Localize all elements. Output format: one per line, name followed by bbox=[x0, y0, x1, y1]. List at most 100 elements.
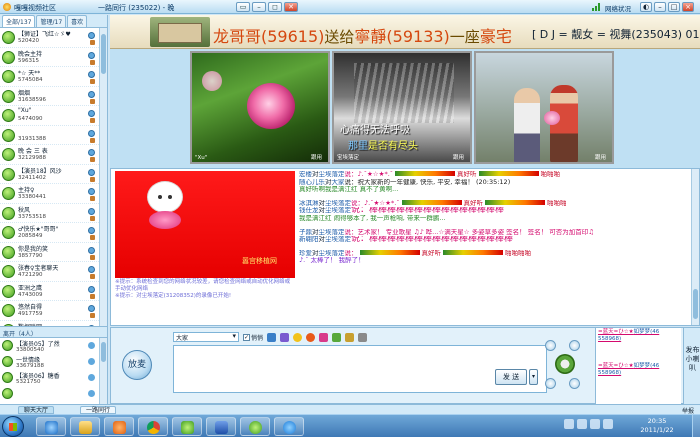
settings-icon[interactable] bbox=[545, 340, 556, 351]
clear-screen-icon[interactable] bbox=[358, 332, 368, 342]
user-list-item[interactable]: 晚会主持 596315 bbox=[0, 48, 107, 67]
user-list-item[interactable]: 晚 会 三 表 32129988 bbox=[0, 145, 107, 165]
user-list-item[interactable]: 你是我的笑 3857790 bbox=[0, 243, 107, 262]
tab-admins[interactable]: 管理/17 bbox=[36, 15, 67, 27]
title-close-button[interactable]: × bbox=[682, 2, 694, 12]
away-list-scrollbar[interactable] bbox=[99, 338, 107, 404]
private-checkbox[interactable]: ✓ 悄悄 bbox=[243, 333, 263, 342]
send-options-button[interactable]: ▾ bbox=[529, 369, 538, 385]
close-button[interactable]: ✕ bbox=[284, 2, 298, 12]
video-window-1[interactable]: "Xu" 跟用 bbox=[190, 51, 330, 164]
user-list-item[interactable]: "Xu" 5474090 bbox=[0, 106, 107, 126]
mic-toggle-button[interactable]: 放麦 bbox=[122, 350, 152, 380]
taskbar-ie-icon[interactable] bbox=[36, 417, 66, 436]
taskbar-media-icon[interactable] bbox=[104, 417, 134, 436]
record-icon[interactable] bbox=[569, 378, 580, 389]
user-list-item[interactable]: ♂快乐★"哥哥" 2085849 bbox=[0, 223, 107, 243]
user-list-item[interactable]: 主持♀ 33380441 bbox=[0, 184, 107, 204]
image-icon[interactable] bbox=[332, 332, 342, 342]
tab-chat-hall[interactable]: 聊天大厅 bbox=[18, 406, 55, 414]
show-desktop-button[interactable] bbox=[692, 415, 700, 437]
restore-button[interactable]: ▭ bbox=[236, 2, 250, 12]
away-user-item[interactable]: 【演员05】了然 33800540 bbox=[0, 338, 107, 354]
chat-scrollbar[interactable] bbox=[691, 169, 699, 325]
message-target[interactable]: 尘埃落定 bbox=[319, 229, 345, 236]
camera-icon[interactable] bbox=[569, 340, 580, 351]
scrollbar-thumb[interactable] bbox=[693, 289, 698, 319]
start-button[interactable] bbox=[2, 416, 24, 437]
chat-target-select[interactable]: 大家 bbox=[173, 332, 239, 342]
user-list-scrollbar[interactable] bbox=[99, 28, 107, 326]
font-color-icon[interactable] bbox=[267, 332, 277, 342]
message-sender[interactable]: 子鼎 bbox=[299, 229, 312, 236]
user-list-item[interactable]: 悠然自得 4917759 bbox=[0, 301, 107, 321]
font-style-icon[interactable] bbox=[280, 332, 290, 342]
user-list-item[interactable]: 亚洲之鹰 4743009 bbox=[0, 282, 107, 301]
video-follow-button[interactable]: 跟用 bbox=[453, 153, 464, 161]
message-sender[interactable]: 宏楼 bbox=[299, 171, 312, 178]
user-list-item[interactable]: 烟烟 31638596 bbox=[0, 87, 107, 106]
network-status-label[interactable]: 网络状况 bbox=[605, 3, 631, 13]
taskbar-sogou-icon[interactable] bbox=[274, 417, 304, 436]
user-list-item[interactable]: 【狮证】飞红☆ゞ♥ 520420 bbox=[0, 28, 107, 48]
message-sender[interactable]: 钱仕龙 bbox=[299, 207, 319, 214]
advertisement-banner[interactable]: 嚣宫移植网 bbox=[115, 171, 295, 278]
minimize-button[interactable]: – bbox=[252, 2, 266, 12]
message-target[interactable]: 大家 bbox=[332, 179, 345, 186]
video-follow-button[interactable]: 跟用 bbox=[311, 153, 322, 161]
send-button[interactable]: 发 送 bbox=[495, 369, 527, 385]
gear-icon[interactable] bbox=[555, 354, 575, 374]
away-user-item[interactable]: 【演员06】糖香 5321750 bbox=[0, 370, 107, 386]
maximize-button[interactable]: ◻ bbox=[268, 2, 282, 12]
flower-icon[interactable] bbox=[319, 332, 329, 342]
gift-sender[interactable]: 龙哥哥(59615) bbox=[213, 27, 324, 46]
tray-icon[interactable] bbox=[564, 419, 574, 429]
tab-room[interactable]: 一路同行 bbox=[80, 406, 117, 414]
taskbar-video-app-icon[interactable] bbox=[172, 417, 202, 436]
message-sender[interactable]: 随心儿乐 bbox=[299, 179, 325, 186]
gift-message[interactable]: =蓝天=ひ☆★如梦梦(46 558968) bbox=[598, 329, 679, 343]
emoji-icon[interactable] bbox=[293, 332, 303, 342]
system-clock[interactable]: 20:35 2011/1/22 bbox=[627, 417, 687, 435]
volume-icon[interactable] bbox=[545, 378, 556, 389]
video-follow-button[interactable]: 跟用 bbox=[595, 153, 606, 161]
scroll-lock-icon[interactable] bbox=[345, 332, 355, 342]
message-sender[interactable]: 冰淇淋 bbox=[299, 200, 319, 207]
message-target[interactable]: 尘埃落定 bbox=[319, 171, 345, 178]
user-list-item[interactable]: 张春♀宝者聊天 4721290 bbox=[0, 262, 107, 282]
gift-receiver[interactable]: 寧靜(59133) bbox=[354, 27, 449, 46]
message-input[interactable] bbox=[173, 345, 547, 393]
taskbar-chrome-icon[interactable] bbox=[138, 417, 168, 436]
tray-icon[interactable] bbox=[603, 419, 613, 429]
tray-icon[interactable] bbox=[590, 419, 600, 429]
away-user-item[interactable]: 一世情缘 33679188 bbox=[0, 354, 107, 370]
taskbar-qq-icon[interactable] bbox=[240, 417, 270, 436]
skin-button[interactable]: ◐ bbox=[640, 2, 652, 12]
title-minimize-button[interactable]: – bbox=[654, 2, 666, 12]
user-list-item[interactable]: 秋风 33753518 bbox=[0, 204, 107, 223]
gift-icon[interactable] bbox=[306, 332, 316, 342]
checkbox-icon[interactable]: ✓ bbox=[243, 333, 250, 341]
scrollbar-thumb[interactable] bbox=[101, 34, 106, 74]
tab-all-users[interactable]: 全部/137 bbox=[2, 15, 36, 27]
message-target[interactable]: 尘埃落定 bbox=[319, 250, 345, 257]
message-sender[interactable]: 新翱阳 bbox=[299, 236, 319, 243]
message-target[interactable]: 尘埃落定 bbox=[325, 200, 351, 207]
user-list-item[interactable]: *☆ 天** 5745084 bbox=[0, 67, 107, 87]
tab-favorites[interactable]: 喜欢 bbox=[67, 15, 88, 27]
publish-horn-button[interactable]: 发布小喇叭 bbox=[683, 328, 700, 405]
taskbar-word-icon[interactable] bbox=[206, 417, 236, 436]
taskbar-explorer-icon[interactable] bbox=[70, 417, 100, 436]
away-users-header[interactable]: 离开（4人） bbox=[0, 326, 107, 338]
user-list-item[interactable]: 31931388 bbox=[0, 126, 107, 145]
away-user-item[interactable] bbox=[0, 386, 107, 402]
video-window-2[interactable]: 心痛得无法呼吸 那里是否有尽头 宝埃落定 跟用 bbox=[332, 51, 472, 164]
user-list-item[interactable]: 数据联网5212179 bbox=[0, 321, 107, 326]
gift-message[interactable]: =蓝天=ひ☆★如梦梦(46 558968) bbox=[598, 363, 679, 377]
message-target[interactable]: 尘埃落定 bbox=[325, 236, 351, 243]
scrollbar-thumb[interactable] bbox=[101, 342, 106, 362]
message-sender[interactable]: 珍爱 bbox=[299, 250, 312, 257]
user-list-item[interactable]: 【演员18】风沙 32411402 bbox=[0, 165, 107, 184]
tray-icon[interactable] bbox=[577, 419, 587, 429]
title-maximize-button[interactable]: □ bbox=[668, 2, 680, 12]
